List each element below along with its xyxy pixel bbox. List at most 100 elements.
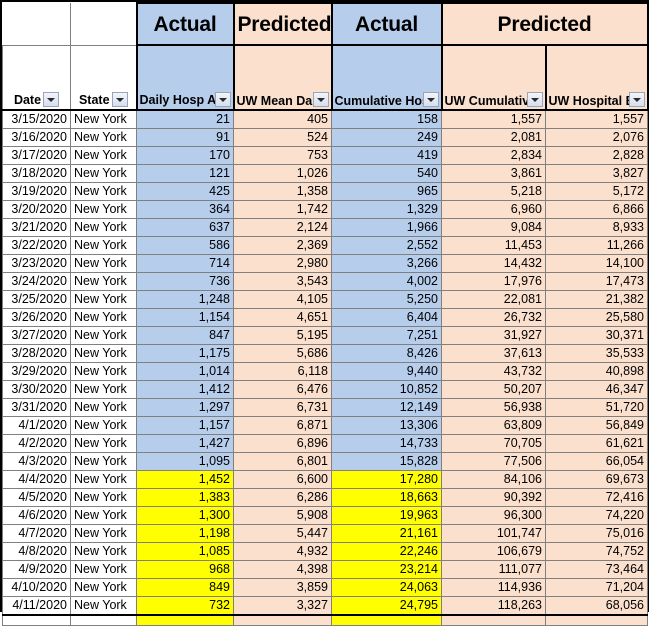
cell-uwmda[interactable]: 3,543 <box>233 272 332 291</box>
cell-date[interactable]: 3/15/2020 <box>2 109 71 129</box>
cell-uwhbp[interactable]: 69,673 <box>545 470 648 489</box>
cell-date[interactable]: 4/10/2020 <box>2 578 71 597</box>
cell-uwmda[interactable]: 3,859 <box>233 578 332 597</box>
cell-uwhbp[interactable]: 46,347 <box>545 380 648 399</box>
cell-uwmda[interactable]: 6,871 <box>233 416 332 435</box>
cell-dha[interactable]: 364 <box>136 200 234 219</box>
cell-dha[interactable]: 170 <box>136 146 234 165</box>
cell-date[interactable]: 3/28/2020 <box>2 344 71 363</box>
cell-uwhbp[interactable]: 14,100 <box>545 254 648 273</box>
cell-state[interactable]: New York <box>70 109 137 129</box>
cell-cha[interactable]: 5,250 <box>331 290 442 309</box>
cell-uwhbp[interactable]: 66,054 <box>545 452 648 471</box>
cell-state[interactable]: New York <box>70 290 137 309</box>
cell-state[interactable]: New York <box>70 164 137 183</box>
cell-cha[interactable]: 419 <box>331 146 442 165</box>
cell-date[interactable]: 3/21/2020 <box>2 218 71 237</box>
cell-uwcha[interactable]: 84,106 <box>441 470 546 489</box>
cell-dha[interactable]: 121 <box>136 164 234 183</box>
cell-state[interactable]: New York <box>70 488 137 507</box>
cell-state[interactable]: New York <box>70 434 137 453</box>
cell-dha[interactable]: 1,383 <box>136 488 234 507</box>
cell-uwcha[interactable]: 11,453 <box>441 236 546 255</box>
cell-dha[interactable]: 1,248 <box>136 290 234 309</box>
cell-uwcha[interactable]: 56,938 <box>441 398 546 417</box>
filter-dropdown-icon[interactable] <box>312 92 329 107</box>
cell-cha[interactable]: 22,246 <box>331 542 442 561</box>
cell-cha[interactable]: 13,306 <box>331 416 442 435</box>
cell-date[interactable]: 3/17/2020 <box>2 146 71 165</box>
cell-state[interactable]: New York <box>70 416 137 435</box>
cell-uwcha[interactable]: 37,613 <box>441 344 546 363</box>
cell-dha[interactable]: 714 <box>136 254 234 273</box>
cell-cha[interactable]: 540 <box>331 164 442 183</box>
cell-dha[interactable]: 732 <box>136 596 234 616</box>
cell-state[interactable]: New York <box>70 218 137 237</box>
cell-date[interactable]: 4/4/2020 <box>2 470 71 489</box>
cell-uwmda[interactable]: 4,651 <box>233 308 332 327</box>
filter-dropdown-icon[interactable] <box>628 92 645 107</box>
cell-uwmda[interactable]: 6,476 <box>233 380 332 399</box>
cell-uwhbp[interactable]: 56,849 <box>545 416 648 435</box>
cell-date[interactable]: 3/29/2020 <box>2 362 71 381</box>
cell-uwmda[interactable]: 5,447 <box>233 524 332 543</box>
cell-uwhbp[interactable]: 30,371 <box>545 326 648 345</box>
cell-cha[interactable]: 24,795 <box>331 596 442 616</box>
cell-dha[interactable]: 1,452 <box>136 470 234 489</box>
cell-uwcha[interactable]: 2,834 <box>441 146 546 165</box>
cell-uwcha[interactable]: 111,077 <box>441 560 546 579</box>
cell-uwmda[interactable]: 1,026 <box>233 164 332 183</box>
cell-uwhbp[interactable]: 40,898 <box>545 362 648 381</box>
cell-cha[interactable]: 18,663 <box>331 488 442 507</box>
cell-uwhbp[interactable]: 17,473 <box>545 272 648 291</box>
cell-state[interactable]: New York <box>70 380 137 399</box>
cell-state[interactable]: New York <box>70 146 137 165</box>
cell-uwmda[interactable]: 753 <box>233 146 332 165</box>
cell-uwcha[interactable]: 90,392 <box>441 488 546 507</box>
cell-dha[interactable]: 91 <box>136 128 234 147</box>
cell-uwcha[interactable]: 101,747 <box>441 524 546 543</box>
cell-state[interactable]: New York <box>70 542 137 561</box>
cell-date[interactable]: 3/30/2020 <box>2 380 71 399</box>
cell-date[interactable]: 3/24/2020 <box>2 272 71 291</box>
cell-uwmda[interactable]: 4,932 <box>233 542 332 561</box>
filter-dropdown-icon[interactable] <box>526 92 543 107</box>
cell-dha[interactable]: 1,412 <box>136 380 234 399</box>
cell-state[interactable]: New York <box>70 578 137 597</box>
cell-dha[interactable]: 849 <box>136 578 234 597</box>
cell-uwhbp[interactable]: 75,016 <box>545 524 648 543</box>
cell-uwcha[interactable]: 1,557 <box>441 109 546 129</box>
cell-uwmda[interactable]: 1,742 <box>233 200 332 219</box>
cell-uwhbp[interactable]: 72,416 <box>545 488 648 507</box>
cell-uwmda[interactable]: 1,358 <box>233 182 332 201</box>
cell-date[interactable]: 3/31/2020 <box>2 398 71 417</box>
cell-cha[interactable]: 24,063 <box>331 578 442 597</box>
cell-cha[interactable]: 6,404 <box>331 308 442 327</box>
cell-uwcha[interactable]: 3,861 <box>441 164 546 183</box>
cell-dha[interactable]: 1,157 <box>136 416 234 435</box>
cell-date[interactable]: 3/16/2020 <box>2 128 71 147</box>
cell-uwmda[interactable]: 6,801 <box>233 452 332 471</box>
cell-cha[interactable]: 19,963 <box>331 506 442 525</box>
cell-uwmda[interactable]: 6,286 <box>233 488 332 507</box>
cell-state[interactable]: New York <box>70 470 137 489</box>
cell-uwcha[interactable]: 77,506 <box>441 452 546 471</box>
cell-uwhbp[interactable]: 2,828 <box>545 146 648 165</box>
cell-uwcha[interactable]: 31,927 <box>441 326 546 345</box>
cell-state[interactable]: New York <box>70 362 137 381</box>
cell-uwmda[interactable]: 3,327 <box>233 596 332 616</box>
cell-cha[interactable]: 2,552 <box>331 236 442 255</box>
cell-date[interactable]: 3/22/2020 <box>2 236 71 255</box>
cell-uwmda[interactable]: 6,118 <box>233 362 332 381</box>
cell-date[interactable]: 4/6/2020 <box>2 506 71 525</box>
cell-dha[interactable]: 1,014 <box>136 362 234 381</box>
cell-dha[interactable]: 1,095 <box>136 452 234 471</box>
cell-uwcha[interactable]: 17,976 <box>441 272 546 291</box>
cell-state[interactable]: New York <box>70 344 137 363</box>
cell-uwhbp[interactable]: 2,076 <box>545 128 648 147</box>
cell-dha[interactable]: 637 <box>136 218 234 237</box>
cell-state[interactable]: New York <box>70 524 137 543</box>
cell-uwcha[interactable]: 50,207 <box>441 380 546 399</box>
cell-uwcha[interactable]: 118,263 <box>441 596 546 616</box>
cell-cha[interactable]: 965 <box>331 182 442 201</box>
